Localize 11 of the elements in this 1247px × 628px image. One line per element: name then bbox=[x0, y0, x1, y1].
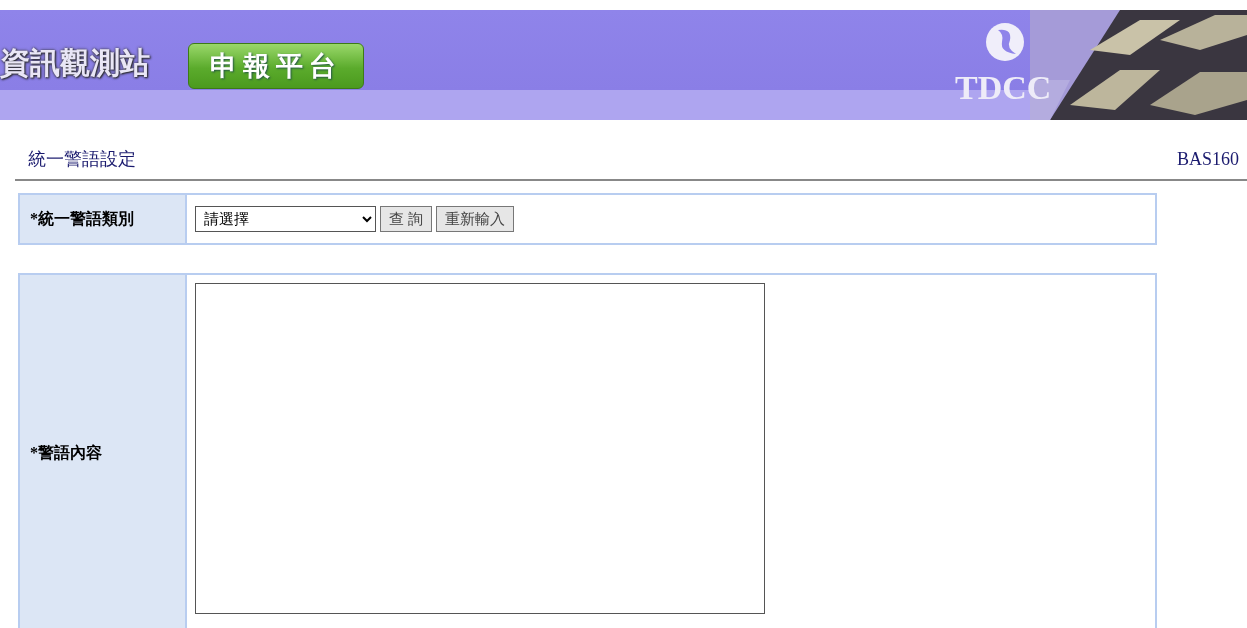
field-label: *警語內容 bbox=[20, 275, 187, 628]
site-name: 資訊觀測站 bbox=[0, 44, 150, 82]
logo-text: TDCC bbox=[955, 68, 1052, 108]
category-select[interactable]: 請選擇 bbox=[195, 206, 376, 232]
logo-icon bbox=[986, 23, 1024, 61]
page-title: 統一警語設定 bbox=[28, 148, 136, 171]
field-label: *統一警語類別 bbox=[20, 195, 187, 243]
content-textarea[interactable] bbox=[195, 283, 765, 614]
reset-button[interactable]: 重新輸入 bbox=[435, 206, 514, 232]
page-code: BAS160 bbox=[1177, 148, 1239, 171]
query-button[interactable]: 查 詢 bbox=[380, 206, 432, 232]
